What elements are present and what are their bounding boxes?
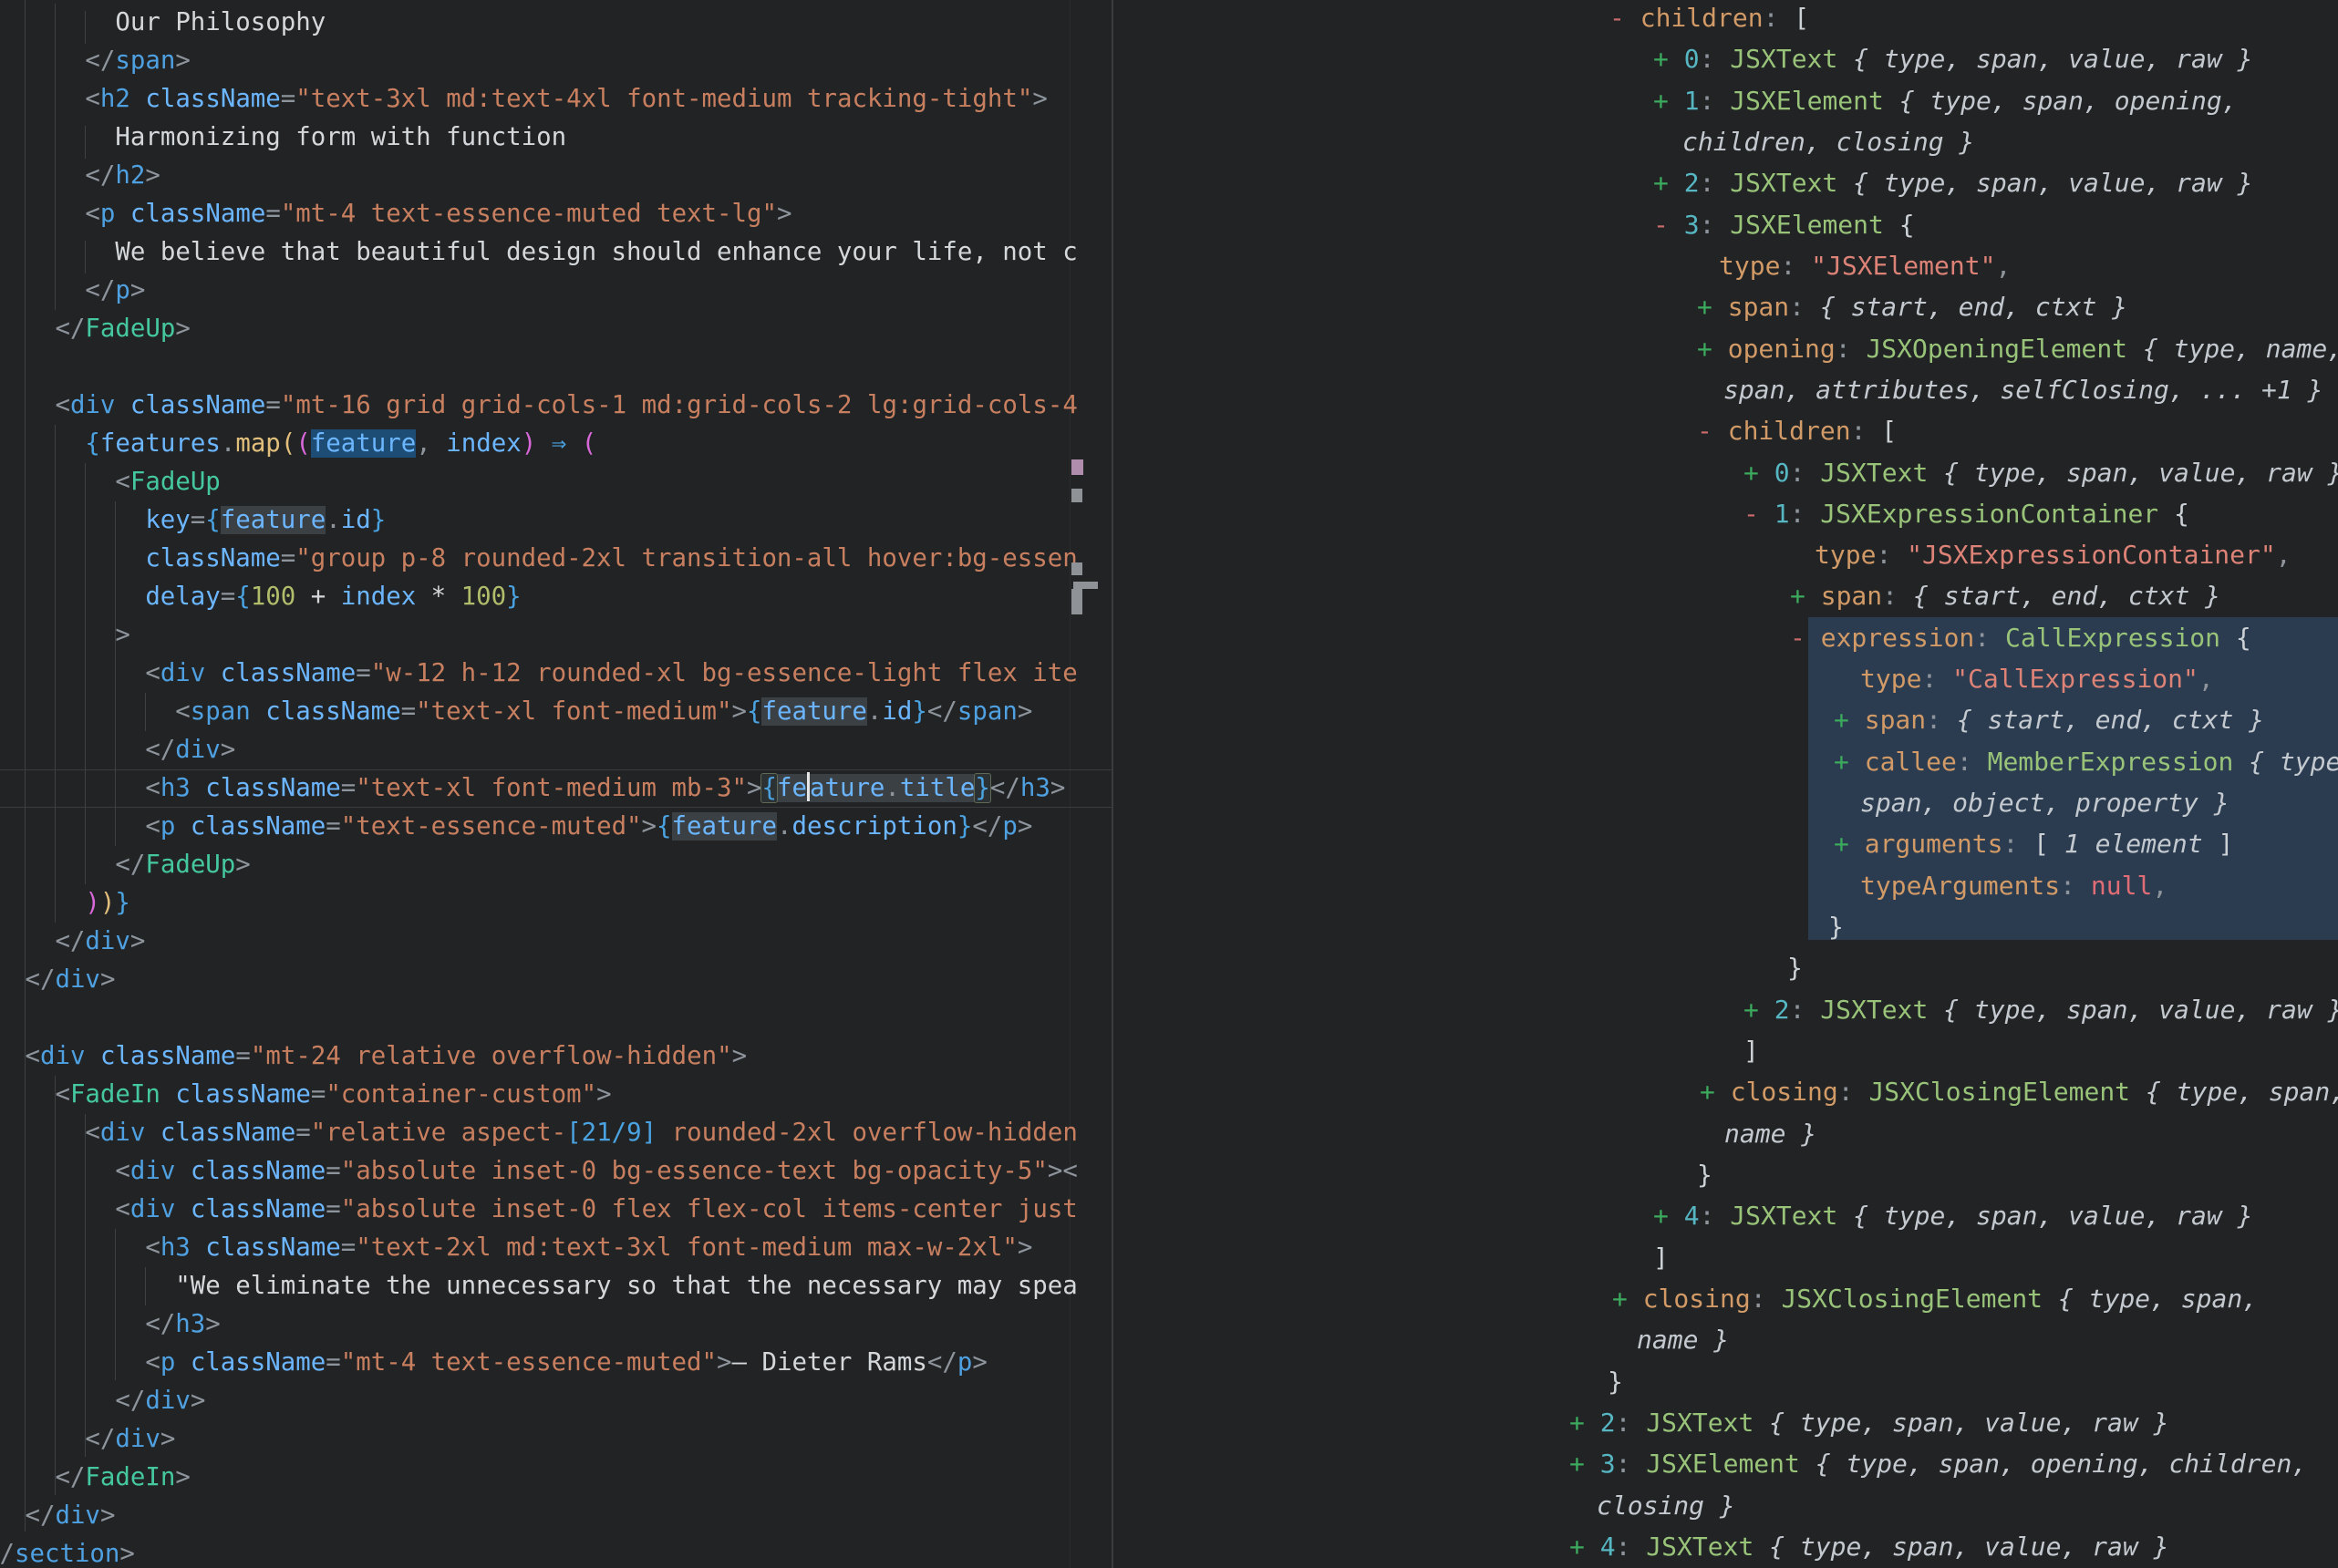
code-line[interactable]: <div className="mt-16 grid grid-cols-1 m…: [55, 387, 1077, 425]
code-line[interactable]: </h3>: [145, 1305, 220, 1344]
code-line[interactable]: <FadeUp: [115, 463, 220, 501]
code-line[interactable]: </div>: [55, 923, 145, 961]
code-line[interactable]: </div>: [145, 731, 235, 769]
indent-guide: [85, 463, 86, 884]
code-line[interactable]: </h2>: [85, 157, 160, 195]
code-line[interactable]: Harmonizing form with function: [115, 119, 566, 157]
code-line[interactable]: >: [115, 616, 130, 655]
indent-guide: [55, 4, 56, 310]
indent-guide: [145, 1267, 146, 1305]
code-line[interactable]: key={feature.id}: [145, 501, 386, 540]
code-line[interactable]: "We eliminate the unnecessary so that th…: [175, 1267, 1077, 1305]
code-line[interactable]: <FadeIn className="container-custom">: [55, 1076, 611, 1114]
indent-guide: [115, 1229, 116, 1380]
overview-ruler-marker[interactable]: [1071, 489, 1082, 502]
code-line[interactable]: Our Philosophy: [115, 4, 326, 42]
code-line[interactable]: </div>: [25, 961, 115, 999]
ast-node-selection-highlight: [1808, 617, 2338, 940]
code-line[interactable]: <div className="absolute inset-0 flex fl…: [115, 1191, 1077, 1229]
indent-guide: [55, 1076, 56, 1495]
indent-guide: [145, 693, 146, 731]
pane-divider[interactable]: [1112, 0, 1113, 1568]
code-line[interactable]: <span className="text-xl font-medium">{f…: [175, 693, 1032, 731]
code-line[interactable]: <div className="w-12 h-12 rounded-xl bg-…: [145, 655, 1077, 693]
code-line[interactable]: className="group p-8 rounded-2xl transit…: [145, 540, 1077, 578]
code-line[interactable]: <h3 className="text-xl font-medium mb-3"…: [145, 769, 1065, 808]
code-line[interactable]: <div className="relative aspect-[21/9] r…: [85, 1114, 1077, 1152]
code-line[interactable]: </section>: [0, 1535, 135, 1568]
overview-ruler-marker[interactable]: [1071, 562, 1082, 575]
code-line[interactable]: <p className="text-essence-muted">{featu…: [145, 808, 1032, 846]
code-line[interactable]: </p>: [85, 272, 145, 310]
code-line[interactable]: <h3 className="text-2xl md:text-3xl font…: [145, 1229, 1032, 1267]
code-line[interactable]: </div>: [25, 1497, 115, 1535]
code-line[interactable]: ))}: [85, 884, 130, 923]
code-line[interactable]: <h2 className="text-3xl md:text-4xl font…: [85, 80, 1047, 119]
code-line[interactable]: </FadeUp>: [55, 310, 190, 348]
code-line[interactable]: </span>: [85, 42, 190, 80]
overview-ruler-marker[interactable]: [1071, 459, 1083, 475]
code-line[interactable]: </FadeIn>: [55, 1459, 190, 1497]
indent-guide: [85, 126, 86, 159]
code-line[interactable]: </FadeUp>: [115, 846, 250, 884]
code-line[interactable]: {features.map((feature, index) ⇒ (: [85, 425, 596, 463]
code-line[interactable]: We believe that beautiful design should …: [115, 233, 1077, 272]
indent-guide: [85, 241, 86, 273]
overview-ruler-marker[interactable]: [1073, 582, 1098, 589]
indent-guide: [55, 425, 56, 923]
code-ast-explorer: { "colors": { "bg": "#212325", "fg": "#d…: [0, 0, 2338, 1568]
code-line[interactable]: <p className="mt-4 text-essence-muted">—…: [145, 1344, 988, 1382]
source-editor-pane[interactable]: Our Philosophy</span><h2 className="text…: [0, 0, 1112, 1568]
code-line[interactable]: </div>: [85, 1420, 175, 1459]
code-line[interactable]: <p className="mt-4 text-essence-muted te…: [85, 195, 791, 233]
code-line[interactable]: </div>: [115, 1382, 205, 1420]
indent-guide: [85, 1114, 86, 1457]
indent-guide: [85, 11, 86, 44]
code-line[interactable]: delay={100 + index * 100}: [145, 578, 521, 616]
code-line[interactable]: <div className="absolute inset-0 bg-esse…: [115, 1152, 1077, 1191]
overview-ruler-marker[interactable]: [1071, 589, 1082, 614]
code-line[interactable]: <div className="mt-24 relative overflow-…: [25, 1037, 747, 1076]
indent-guide: [25, 0, 26, 1532]
